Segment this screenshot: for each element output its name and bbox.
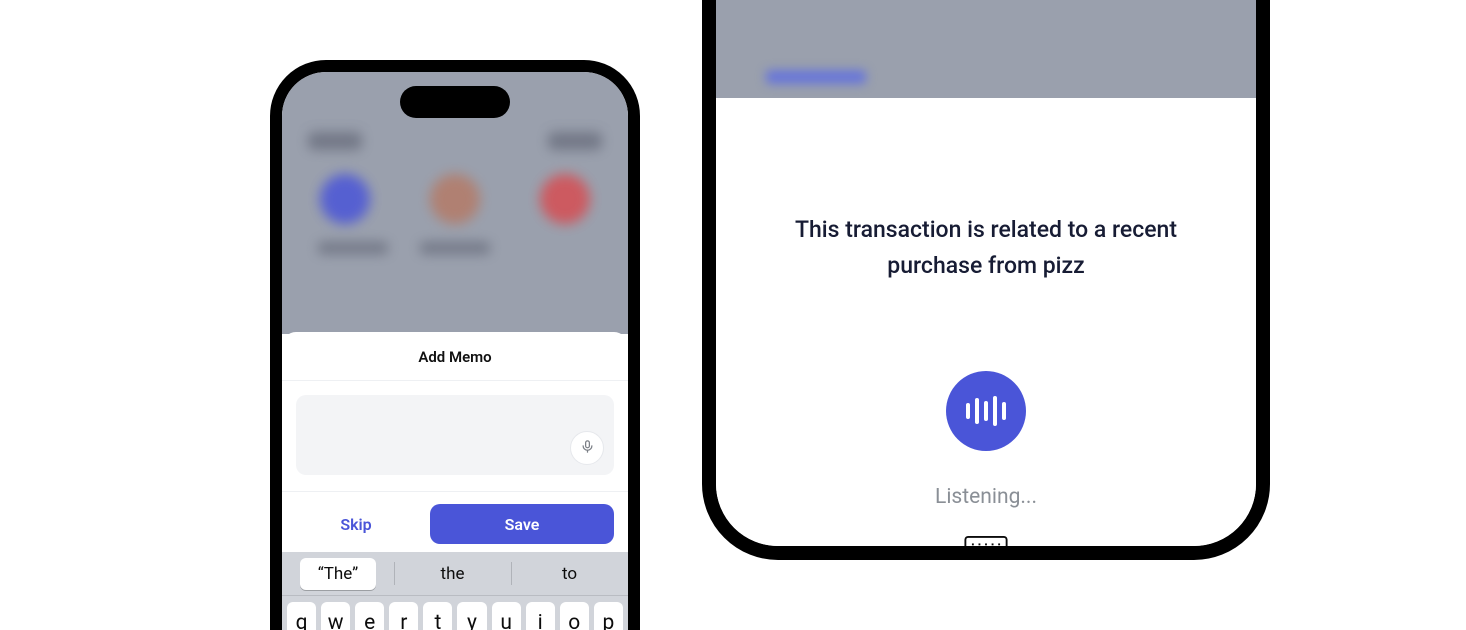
keyboard-suggestion[interactable]: “The” bbox=[282, 552, 394, 595]
key-p[interactable]: p bbox=[594, 602, 623, 630]
key-o[interactable]: o bbox=[560, 602, 589, 630]
voice-wave-icon bbox=[966, 396, 1006, 426]
microphone-icon bbox=[580, 439, 595, 458]
keyboard-suggestion[interactable]: the bbox=[394, 552, 511, 595]
key-t[interactable]: t bbox=[423, 602, 452, 630]
sheet-title: Add Memo bbox=[282, 332, 628, 381]
keyboard-icon bbox=[963, 535, 1009, 560]
key-w[interactable]: w bbox=[321, 602, 350, 630]
key-r[interactable]: r bbox=[389, 602, 418, 630]
save-button[interactable]: Save bbox=[430, 504, 614, 544]
key-y[interactable]: y bbox=[457, 602, 486, 630]
key-e[interactable]: e bbox=[355, 602, 384, 630]
voice-transcript: This transaction is related to a recent … bbox=[766, 212, 1206, 283]
ios-keyboard[interactable]: “The” the to q w e r t y u i o p bbox=[282, 552, 628, 630]
key-i[interactable]: i bbox=[526, 602, 555, 630]
add-memo-sheet: Add Memo Skip Sa bbox=[282, 332, 628, 558]
voice-record-button[interactable] bbox=[946, 371, 1026, 451]
voice-status-label: Listening... bbox=[716, 485, 1256, 509]
voice-input-sheet: This transaction is related to a recent … bbox=[716, 98, 1256, 546]
microphone-button[interactable] bbox=[570, 431, 604, 465]
switch-to-keyboard-button[interactable] bbox=[963, 537, 1009, 560]
dynamic-island bbox=[400, 86, 510, 118]
skip-button[interactable]: Skip bbox=[296, 504, 416, 544]
keyboard-suggestion[interactable]: to bbox=[511, 552, 628, 595]
keyboard-row: q w e r t y u i o p bbox=[282, 596, 628, 630]
phone-frame-left: Add Memo Skip Sa bbox=[270, 60, 640, 630]
key-u[interactable]: u bbox=[492, 602, 521, 630]
memo-input[interactable] bbox=[296, 395, 614, 475]
phone-frame-right: This transaction is related to a recent … bbox=[702, 0, 1270, 560]
dimmed-background bbox=[716, 0, 1256, 98]
key-q[interactable]: q bbox=[287, 602, 316, 630]
keyboard-suggestions: “The” the to bbox=[282, 552, 628, 596]
